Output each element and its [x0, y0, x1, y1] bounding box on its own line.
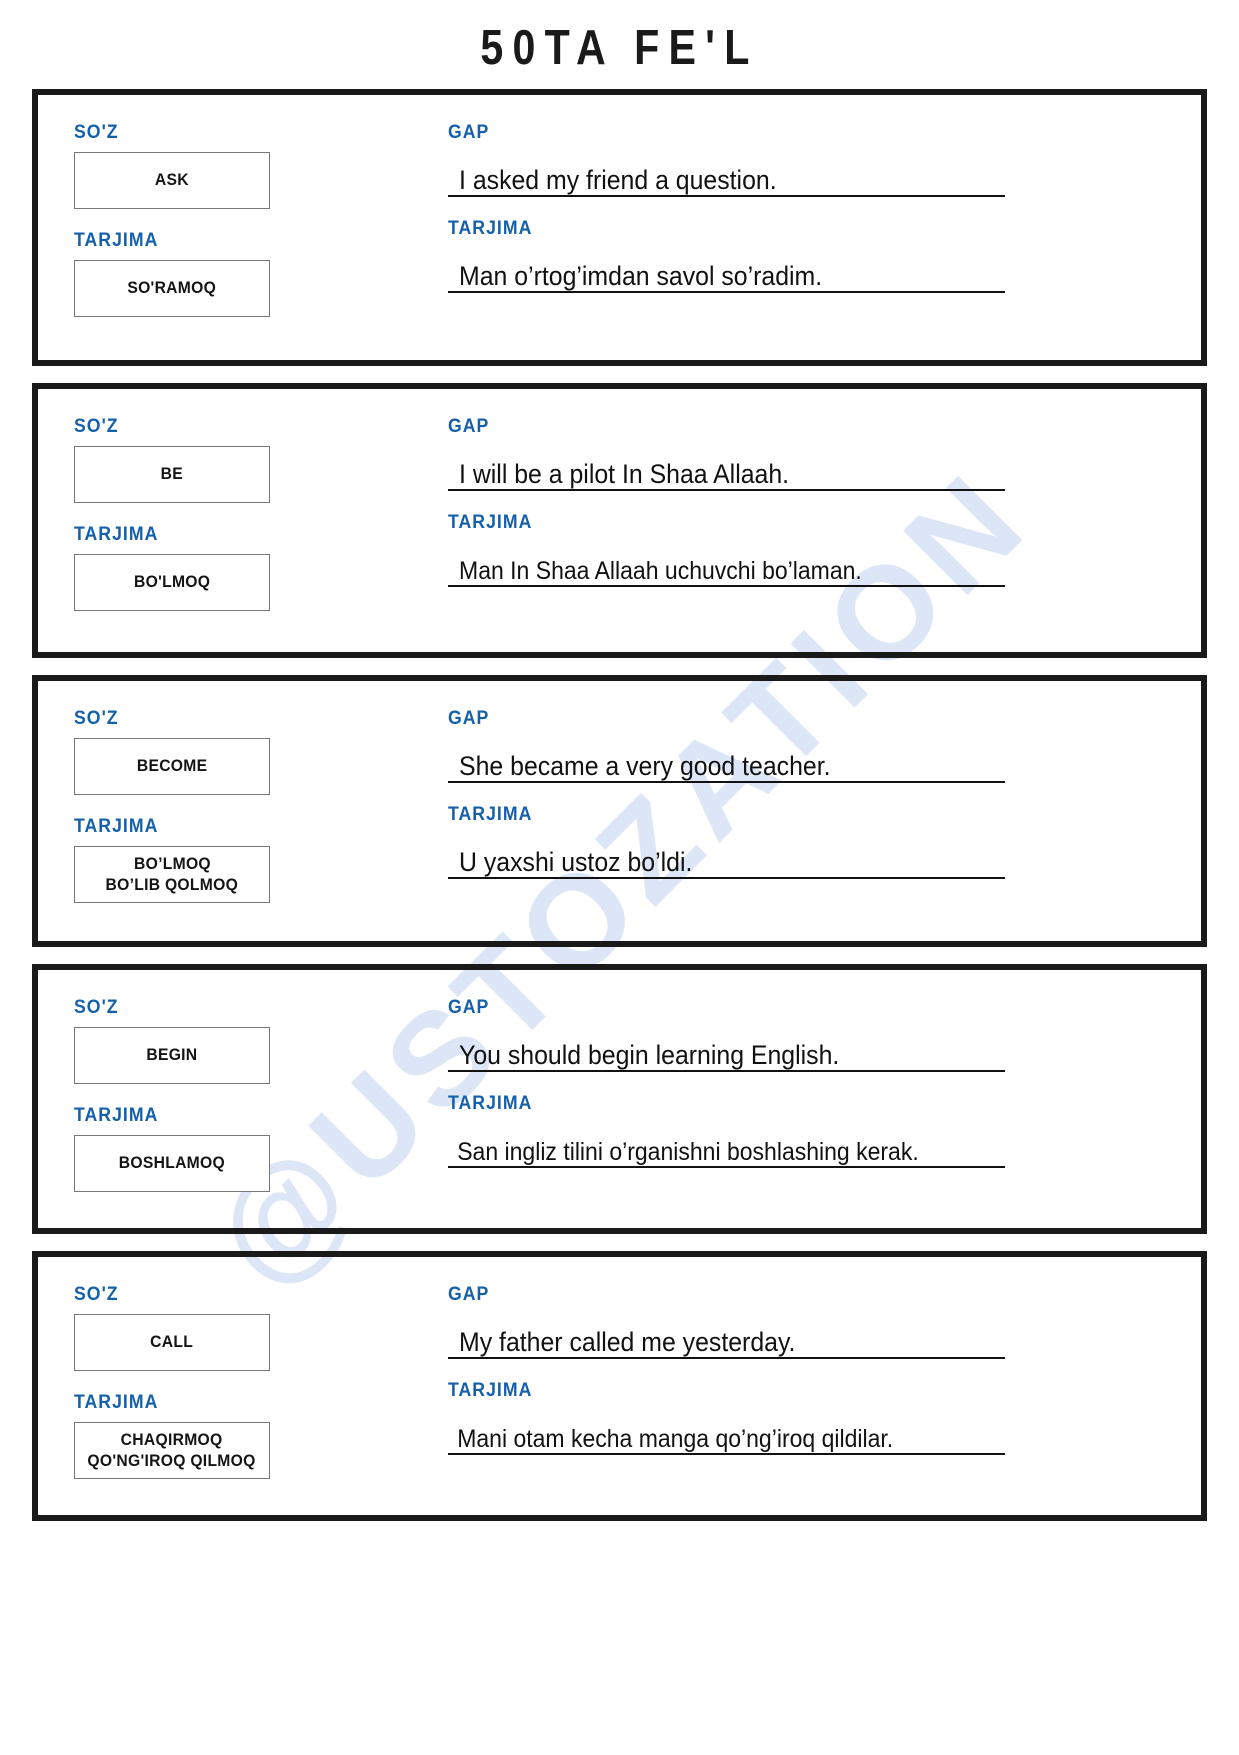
label-word: SO'Z	[74, 1284, 119, 1305]
word-translation-box: BO’LMOQ BO’LIB QOLMOQ	[74, 846, 270, 903]
word-translation-box: BO'LMOQ	[74, 554, 270, 611]
page-title: 50TA FE'L	[480, 21, 759, 75]
word-text: CALL	[150, 1333, 194, 1352]
word-box: BEGIN	[74, 1027, 270, 1084]
sentence-line: I will be a pilot In Shaa Allaah.	[448, 448, 1005, 491]
label-word-translation: TARJIMA	[74, 1392, 159, 1413]
label-word-translation: TARJIMA	[74, 1105, 159, 1126]
label-sentence-translation: TARJIMA	[448, 1093, 533, 1114]
label-sentence-translation: TARJIMA	[448, 804, 533, 825]
word-box: BE	[74, 446, 270, 503]
sentence-translation-text: San ingliz tilini o’rganishni boshlashin…	[457, 1138, 919, 1166]
verb-card: SO'Z BEGIN TARJIMA BOSHLAMOQ GAP You sho…	[32, 964, 1207, 1234]
label-sentence: GAP	[448, 1284, 490, 1305]
label-sentence-translation: TARJIMA	[448, 218, 533, 239]
sentence-text: She became a very good teacher.	[459, 750, 831, 781]
sentence-translation-line: Man In Shaa Allaah uchuvchi bo’laman.	[448, 544, 1005, 587]
word-translation-text: SO'RAMOQ	[127, 279, 217, 298]
label-sentence: GAP	[448, 708, 490, 729]
sentence-line: You should begin learning English.	[448, 1029, 1005, 1072]
card-left-column: SO'Z BEGIN TARJIMA BOSHLAMOQ	[38, 970, 438, 1228]
card-left-column: SO'Z CALL TARJIMA CHAQIRMOQ QO'NG'IROQ Q…	[38, 1257, 438, 1515]
sentence-translation-text: Man In Shaa Allaah uchuvchi bo’laman.	[459, 557, 862, 585]
word-text: ASK	[155, 171, 189, 190]
card-right-column: GAP She became a very good teacher. TARJ…	[438, 681, 1201, 941]
label-word: SO'Z	[74, 122, 119, 143]
sentence-text: You should begin learning English.	[459, 1039, 840, 1070]
sentence-translation-text: Man o’rtog’imdan savol so’radim.	[459, 260, 823, 291]
verb-card: SO'Z BECOME TARJIMA BO’LMOQ BO’LIB QOLMO…	[32, 675, 1207, 947]
sentence-translation-text: Mani otam kecha manga qo’ng’iroq qildila…	[457, 1425, 894, 1453]
word-translation-text: BO’LMOQ	[133, 854, 211, 873]
card-right-column: GAP I asked my friend a question. TARJIM…	[438, 95, 1201, 360]
word-translation-box: BOSHLAMOQ	[74, 1135, 270, 1192]
card-right-column: GAP You should begin learning English. T…	[438, 970, 1201, 1228]
word-text: BECOME	[136, 757, 208, 776]
word-text: BE	[160, 465, 184, 484]
label-word-translation: TARJIMA	[74, 816, 159, 837]
sentence-line: She became a very good teacher.	[448, 740, 1005, 783]
label-sentence: GAP	[448, 416, 490, 437]
word-translation-box: CHAQIRMOQ QO'NG'IROQ QILMOQ	[74, 1422, 270, 1479]
sentence-translation-line: San ingliz tilini o’rganishni boshlashin…	[448, 1125, 1005, 1168]
word-text: BEGIN	[146, 1046, 198, 1065]
word-translation-text: BOSHLAMOQ	[118, 1154, 226, 1173]
label-sentence-translation: TARJIMA	[448, 512, 533, 533]
word-translation-text: CHAQIRMOQ	[121, 1430, 223, 1449]
worksheet-page: 50TA FE'L SO'Z ASK TARJIMA SO'RAMOQ GAP …	[0, 0, 1239, 1755]
sentence-translation-line: U yaxshi ustoz bo’ldi.	[448, 836, 1005, 879]
label-sentence: GAP	[448, 122, 490, 143]
card-left-column: SO'Z BE TARJIMA BO'LMOQ	[38, 389, 438, 652]
verb-card: SO'Z CALL TARJIMA CHAQIRMOQ QO'NG'IROQ Q…	[32, 1251, 1207, 1521]
word-translation-text-line2: QO'NG'IROQ QILMOQ	[87, 1451, 257, 1470]
word-box: BECOME	[74, 738, 270, 795]
card-left-column: SO'Z ASK TARJIMA SO'RAMOQ	[38, 95, 438, 360]
label-sentence: GAP	[448, 997, 490, 1018]
sentence-line: My father called me yesterday.	[448, 1316, 1005, 1359]
label-word-translation: TARJIMA	[74, 230, 159, 251]
word-translation-text-line2: BO’LIB QOLMOQ	[105, 875, 239, 894]
verb-card: SO'Z BE TARJIMA BO'LMOQ GAP I will be a …	[32, 383, 1207, 658]
sentence-text: I asked my friend a question.	[459, 164, 777, 195]
label-word: SO'Z	[74, 416, 119, 437]
sentence-text: My father called me yesterday.	[459, 1326, 796, 1357]
verb-card-list: SO'Z ASK TARJIMA SO'RAMOQ GAP I asked my…	[32, 76, 1207, 1521]
sentence-translation-line: Man o’rtog’imdan savol so’radim.	[448, 250, 1005, 293]
card-right-column: GAP My father called me yesterday. TARJI…	[438, 1257, 1201, 1515]
word-box: ASK	[74, 152, 270, 209]
label-word-translation: TARJIMA	[74, 524, 159, 545]
verb-card: SO'Z ASK TARJIMA SO'RAMOQ GAP I asked my…	[32, 89, 1207, 366]
word-box: CALL	[74, 1314, 270, 1371]
label-word: SO'Z	[74, 997, 119, 1018]
sentence-line: I asked my friend a question.	[448, 154, 1005, 197]
card-right-column: GAP I will be a pilot In Shaa Allaah. TA…	[438, 389, 1201, 652]
sentence-text: I will be a pilot In Shaa Allaah.	[459, 458, 790, 489]
word-translation-box: SO'RAMOQ	[74, 260, 270, 317]
sentence-translation-line: Mani otam kecha manga qo’ng’iroq qildila…	[448, 1412, 1005, 1455]
label-word: SO'Z	[74, 708, 119, 729]
card-left-column: SO'Z BECOME TARJIMA BO’LMOQ BO’LIB QOLMO…	[38, 681, 438, 941]
word-translation-text: BO'LMOQ	[133, 573, 211, 592]
sentence-translation-text: U yaxshi ustoz bo’ldi.	[459, 846, 693, 877]
label-sentence-translation: TARJIMA	[448, 1380, 533, 1401]
